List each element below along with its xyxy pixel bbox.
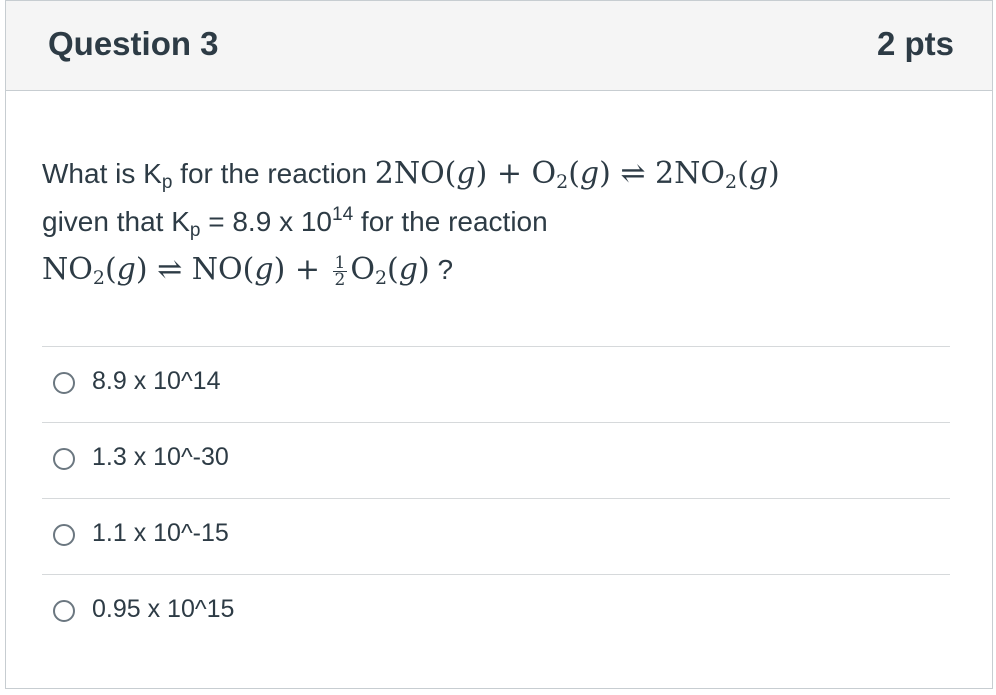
- answer-option-4[interactable]: 0.95 x 10^15: [42, 574, 950, 650]
- text-segment: What is K: [42, 158, 162, 189]
- math-var: g: [748, 156, 769, 191]
- radio-button[interactable]: [53, 600, 75, 622]
- math-segment: ): [417, 252, 430, 287]
- math-var: g: [254, 252, 274, 287]
- text-segment: for the reaction: [172, 158, 375, 189]
- fraction-one-half: 12: [332, 252, 348, 290]
- answer-label: 0.95 x 10^15: [92, 595, 235, 623]
- math-segment: (: [387, 252, 399, 287]
- superscript: 14: [332, 204, 354, 225]
- fraction-denominator: 2: [334, 269, 346, 290]
- answer-option-1[interactable]: 8.9 x 10^14: [42, 346, 950, 422]
- answer-option-2[interactable]: 1.3 x 10^-30: [42, 422, 950, 498]
- subscript: p: [161, 172, 173, 193]
- math-segment: NO: [42, 252, 93, 287]
- text-segment: given that K: [42, 206, 190, 237]
- answer-label: 1.3 x 10^-30: [92, 443, 229, 471]
- math-var: g: [579, 156, 600, 191]
- question-points: 2 pts: [876, 25, 954, 62]
- answer-label: 8.9 x 10^14: [92, 367, 221, 395]
- math-var: g: [456, 156, 476, 191]
- math-segment: ) + O: [475, 156, 557, 191]
- math-segment: (: [568, 156, 580, 191]
- math-segment: (: [737, 156, 749, 191]
- reaction-equation-1: 2NO(g) + O2(g) ⇌ 2NO2(g): [374, 156, 780, 193]
- math-var: g: [398, 252, 418, 287]
- subscript: 2: [725, 171, 738, 193]
- answer-label: 1.1 x 10^-15: [92, 519, 229, 547]
- question-line-2: given that Kp = 8.9 x 1014 for the react…: [42, 198, 942, 246]
- question-line-3: NO2(g) ⇌ NO(g) + 1 2 O2(g) ?: [42, 246, 942, 294]
- math-segment: (: [104, 252, 117, 287]
- radio-button[interactable]: [53, 372, 75, 394]
- math-segment: O: [350, 252, 375, 287]
- radio-button[interactable]: [53, 524, 75, 546]
- question-mark: ?: [429, 254, 454, 285]
- math-segment: ) ⇌ 2NO: [599, 156, 725, 191]
- math-segment: ) ⇌ NO(: [135, 252, 255, 287]
- answer-list: 8.9 x 10^14 1.3 x 10^-30 1.1 x 10^-15 0.…: [42, 346, 950, 650]
- text-segment: = 8.9 x 10: [200, 206, 332, 237]
- subscript: 2: [556, 171, 569, 193]
- question-text: What is Kp for the reaction 2NO(g) + O2(…: [42, 150, 942, 294]
- subscript: 2: [92, 267, 105, 289]
- math-var: g: [116, 252, 136, 287]
- reaction-equation-2: NO2(g) ⇌ NO(g) + 1 2 O2(g): [42, 252, 430, 290]
- math-segment: ) +: [273, 252, 330, 287]
- math-segment: 2NO(: [374, 156, 457, 191]
- answer-option-3[interactable]: 1.1 x 10^-15: [42, 498, 950, 574]
- question-line-1: What is Kp for the reaction 2NO(g) + O2(…: [42, 150, 942, 198]
- question-header: Question 3 2 pts: [6, 1, 992, 91]
- radio-button[interactable]: [53, 448, 75, 470]
- text-segment: for the reaction: [353, 206, 548, 237]
- question-title: Question 3: [48, 25, 219, 62]
- fraction-numerator: 1: [332, 252, 348, 273]
- subscript: 2: [374, 267, 388, 289]
- subscript: p: [189, 220, 201, 241]
- math-segment: ): [768, 156, 780, 191]
